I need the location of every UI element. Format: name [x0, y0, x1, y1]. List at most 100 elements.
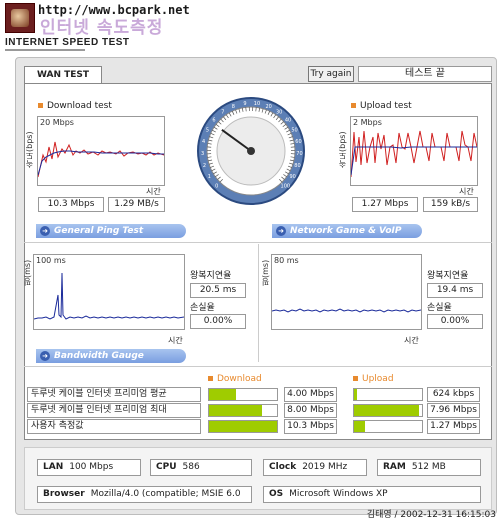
speedometer-label: 80 [294, 163, 300, 169]
game-graph [271, 254, 422, 330]
bandwidth-gauge-heading: ➜ Bandwidth Gauge [36, 349, 186, 363]
upload-mbps: 1.27 Mbps [352, 197, 418, 212]
game-rtt-value: 19.4 ms [427, 283, 483, 298]
bullet-icon [353, 376, 358, 381]
speedometer-label: 3 [201, 151, 204, 157]
arrow-icon: ➜ [276, 226, 286, 236]
download-gauge-value: 8.00 Mbps [284, 403, 337, 418]
game-series [271, 308, 422, 313]
upload-gauge [353, 388, 423, 401]
ping-axis-label: 핑(ms) [23, 259, 32, 286]
speedometer-label: 6 [212, 118, 215, 124]
speedometer: 0 1 2 3 4 5 6 7 8 9 10 20 30 40 50 60 70 80 90 100 [196, 96, 306, 206]
game-voip-heading: ➜ Network Game & VoIP Test [272, 224, 422, 250]
download-gauge-fill [209, 421, 277, 432]
status-field: 테스트 끝 [358, 66, 492, 82]
cpu-info: CPU 586 [150, 459, 252, 476]
bullet-icon [208, 376, 213, 381]
arrow-icon: ➜ [40, 226, 50, 236]
download-series-red [37, 141, 165, 178]
try-again-button[interactable]: Try again [308, 66, 354, 82]
ping-scale: 100 ms [36, 256, 66, 265]
bullet-icon [38, 103, 43, 108]
ping-time-label: 시간 [168, 336, 183, 345]
speedometer-label: 8 [232, 104, 235, 110]
speedometer-label: 60 [295, 139, 301, 145]
speedometer-label: 20 [265, 104, 271, 110]
upload-kbs: 159 kB/s [423, 197, 478, 212]
download-axis-label: 속도(bps) [25, 131, 34, 168]
upload-time-label: 시간 [459, 187, 474, 196]
download-gauge [208, 404, 278, 417]
speedometer-label: 40 [285, 118, 291, 124]
download-mbs: 1.29 MB/s [108, 197, 165, 212]
bandwidth-row-label: 사용자 측정값 [27, 419, 201, 434]
page-subtitle: INTERNET SPEED TEST [5, 37, 130, 48]
upload-gauge-fill [354, 405, 419, 416]
upload-gauge [353, 420, 423, 433]
download-scale: 20 Mbps [40, 118, 74, 127]
upload-gauge-value: 1.27 Mbps [427, 419, 480, 434]
ram-info: RAM 512 MB [377, 459, 481, 476]
bandwidth-row-label: 두루넷 케이블 인터넷 프리미엄 평균 [27, 387, 201, 402]
speedometer-label: 10 [254, 101, 260, 107]
ping-divider [258, 244, 259, 362]
download-gauge [208, 420, 278, 433]
upload-scale: 2 Mbps [353, 118, 382, 127]
upload-graph-svg [350, 130, 478, 178]
upload-gauge-value: 624 kbps [427, 387, 480, 402]
upload-test-title: Upload test [351, 101, 412, 111]
upload-axis-label: 속도(bps) [338, 131, 347, 168]
speedometer-label: 90 [289, 174, 295, 180]
ping-rtt-value: 20.5 ms [190, 283, 246, 298]
lan-info: LAN 100 Mbps [37, 459, 141, 476]
download-gauge-fill [209, 389, 236, 400]
download-time-label: 시간 [146, 187, 161, 196]
section-divider [24, 366, 492, 367]
speedometer-label: 4 [202, 139, 205, 145]
speedometer-label: 2 [203, 163, 206, 169]
speedometer-label: 70 [296, 151, 302, 157]
game-axis-label: 핑(ms) [261, 259, 270, 286]
bandwidth-download-header: Download [208, 374, 262, 384]
ping-loss-label: 손실율 [190, 303, 215, 313]
speedometer-label: 0 [215, 183, 218, 189]
download-gauge-value: 10.3 Mbps [284, 419, 337, 434]
game-loss-label: 손실율 [427, 303, 452, 313]
bullet-icon [351, 103, 356, 108]
speedometer-label: 50 [291, 128, 297, 134]
clock-info: Clock 2019 MHz [263, 459, 367, 476]
browser-info: Browser Mozilla/4.0 (compatible; MSIE 6.0 [37, 486, 252, 503]
header-divider [5, 49, 85, 51]
ping-graph [33, 254, 185, 330]
arrow-icon: ➜ [40, 351, 50, 361]
download-mbps: 10.3 Mbps [38, 197, 104, 212]
page-title: 인터넷 속도측정 [40, 18, 164, 38]
game-time-label: 시간 [404, 336, 419, 345]
download-test-title: Download test [38, 101, 112, 111]
upload-gauge-fill [354, 421, 365, 432]
os-info: OS Microsoft Windows XP [263, 486, 481, 503]
speedometer-label: 30 [276, 110, 282, 116]
section-divider [24, 242, 492, 243]
download-gauge-fill [209, 405, 263, 416]
upload-series-red [350, 130, 478, 178]
footer-credit: 김태영 / 2002-12-31 16:15:03 [366, 510, 496, 520]
ping-series [33, 272, 185, 320]
upload-gauge [353, 404, 423, 417]
download-gauge [208, 388, 278, 401]
ping-rtt-label: 왕복지연율 [190, 271, 232, 281]
game-scale: 80 ms [274, 256, 299, 265]
speedometer-label: 7 [221, 110, 224, 116]
game-loss-value: 0.00% [427, 314, 483, 329]
download-graph-svg [37, 141, 165, 178]
game-graph-svg [271, 308, 422, 313]
tab-wan-test[interactable]: WAN TEST [24, 66, 102, 84]
download-gauge-value: 4.00 Mbps [284, 387, 337, 402]
ping-graph-svg [33, 272, 185, 320]
upload-gauge-value: 7.96 Mbps [427, 403, 480, 418]
ping-test-heading: ➜ General Ping Test [36, 224, 186, 238]
game-rtt-label: 왕복지연율 [427, 271, 469, 281]
upload-gauge-fill [354, 389, 357, 400]
bandwidth-row-label: 두루넷 케이블 인터넷 프리미엄 최대 [27, 403, 201, 418]
